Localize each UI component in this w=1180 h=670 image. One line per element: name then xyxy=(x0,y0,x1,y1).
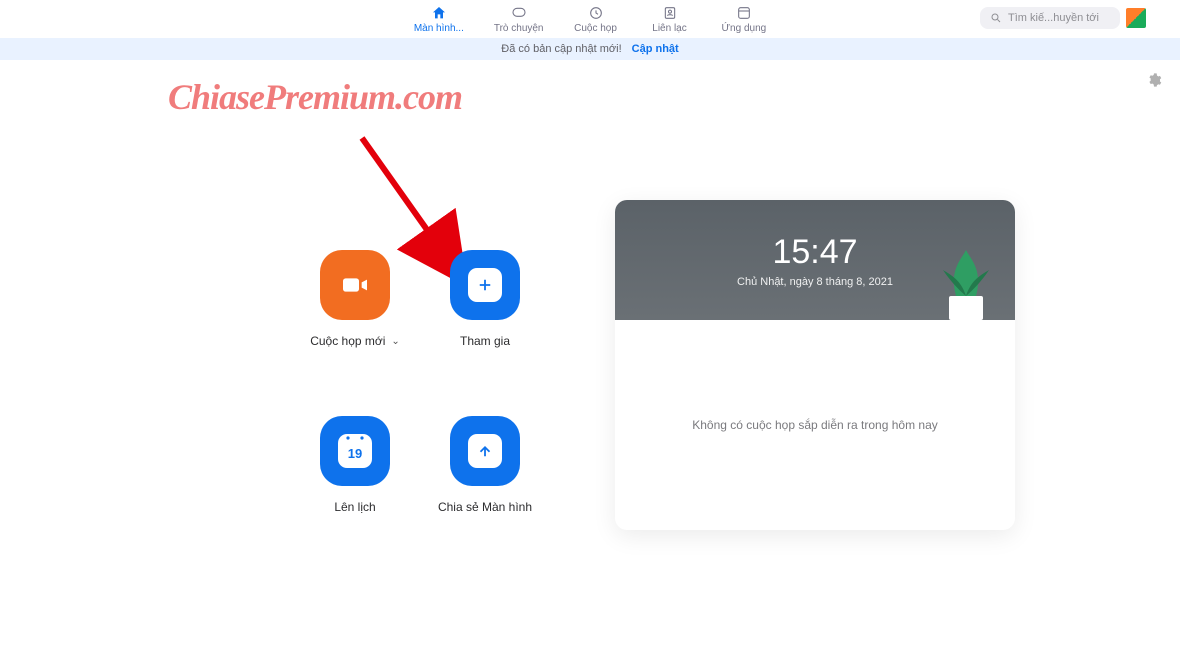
home-icon xyxy=(431,5,447,21)
update-text: Đã có bản cập nhật mới! xyxy=(501,43,621,55)
tile-share-screen: Chia sẻ Màn hình xyxy=(438,416,532,514)
tab-meetings[interactable]: Cuộc họp xyxy=(574,5,618,34)
search-placeholder: Tìm kiế...huyền tới xyxy=(1008,12,1099,24)
new-meeting-label: Cuộc họp mới xyxy=(310,334,385,348)
calendar-badge: 19 xyxy=(338,434,372,468)
plant-illustration xyxy=(931,240,1001,320)
avatar[interactable] xyxy=(1126,8,1146,28)
new-meeting-button[interactable] xyxy=(320,250,390,320)
tab-apps[interactable]: Ứng dụng xyxy=(722,5,767,34)
schedule-button[interactable]: 19 xyxy=(320,416,390,486)
update-link[interactable]: Cập nhật xyxy=(632,43,679,55)
tab-label: Liên lạc xyxy=(652,23,686,34)
share-badge xyxy=(468,434,502,468)
search-area: Tìm kiế...huyền tới xyxy=(980,7,1146,29)
search-input[interactable]: Tìm kiế...huyền tới xyxy=(980,7,1120,29)
arrow-up-icon xyxy=(476,442,494,460)
tile-label: Cuộc họp mới ⌄ xyxy=(310,334,400,348)
join-button[interactable] xyxy=(450,250,520,320)
tile-join: Tham gia xyxy=(450,250,520,348)
tab-list: Màn hình... Trò chuyện Cuộc họp Liên lạc… xyxy=(414,5,766,34)
watermark: ChiasePremium.com xyxy=(168,76,462,118)
plus-icon xyxy=(476,276,494,294)
settings-button[interactable] xyxy=(1146,72,1162,93)
tab-label: Trò chuyện xyxy=(494,23,544,34)
top-nav: Màn hình... Trò chuyện Cuộc họp Liên lạc… xyxy=(0,0,1180,38)
clock-icon xyxy=(588,5,604,21)
tile-label: Lên lịch xyxy=(334,500,375,514)
tile-label: Chia sẻ Màn hình xyxy=(438,500,532,514)
tile-new-meeting: Cuộc họp mới ⌄ xyxy=(310,250,400,348)
clock-date: Chủ Nhật, ngày 8 tháng 8, 2021 xyxy=(737,276,893,288)
clock-time: 15:47 xyxy=(772,233,857,272)
tab-label: Cuộc họp xyxy=(574,23,617,34)
update-banner: Đã có bản cập nhật mới! Cập nhật xyxy=(0,38,1180,60)
apps-icon xyxy=(736,5,752,21)
tab-chat[interactable]: Trò chuyện xyxy=(494,5,544,34)
calendar-icon xyxy=(338,434,372,468)
tab-contacts[interactable]: Liên lạc xyxy=(648,5,692,34)
tab-home[interactable]: Màn hình... xyxy=(414,5,464,34)
video-icon xyxy=(339,269,371,301)
tab-label: Màn hình... xyxy=(414,23,464,34)
no-meetings-text: Không có cuộc họp sắp diễn ra trong hôm … xyxy=(692,418,938,432)
chevron-down-icon[interactable]: ⌄ xyxy=(391,336,399,347)
contacts-icon xyxy=(662,5,678,21)
share-screen-button[interactable] xyxy=(450,416,520,486)
plus-badge xyxy=(468,268,502,302)
action-grid: Cuộc họp mới ⌄ Tham gia 19 Lên lịch xyxy=(290,250,550,546)
schedule-panel: 15:47 Chủ Nhật, ngày 8 tháng 8, 2021 Khô… xyxy=(615,200,1015,530)
search-icon xyxy=(990,12,1002,24)
chat-icon xyxy=(511,5,527,21)
panel-body: Không có cuộc họp sắp diễn ra trong hôm … xyxy=(615,320,1015,530)
tile-schedule: 19 Lên lịch xyxy=(320,416,390,514)
panel-header: 15:47 Chủ Nhật, ngày 8 tháng 8, 2021 xyxy=(615,200,1015,320)
tab-label: Ứng dụng xyxy=(722,23,767,34)
gear-icon xyxy=(1146,72,1162,88)
tile-label: Tham gia xyxy=(460,334,510,348)
